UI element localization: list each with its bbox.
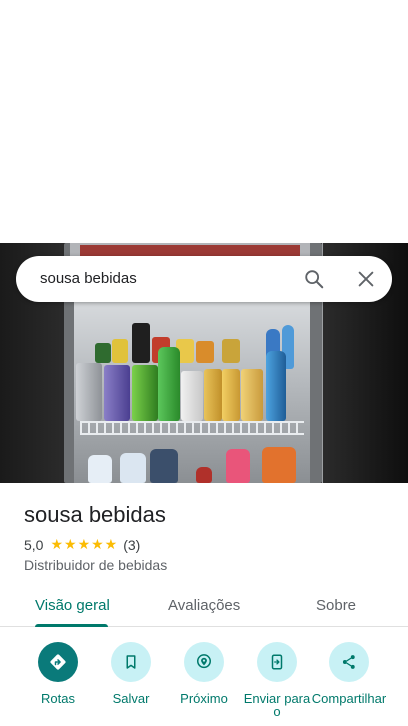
drink-can: [95, 343, 111, 363]
search-bar[interactable]: sousa bebidas: [16, 256, 392, 302]
blank-map-area: [0, 0, 408, 243]
drink-can: [104, 365, 130, 421]
send-to-phone-button[interactable]: Enviar para o: [239, 640, 315, 718]
drink-bottle: [150, 449, 178, 483]
nearby-button[interactable]: Próximo: [166, 640, 242, 705]
drink-can: [241, 369, 263, 421]
send-to-phone-icon: [257, 642, 297, 682]
share-button[interactable]: Compartilhar: [311, 640, 387, 705]
drink-bottle: [88, 455, 112, 483]
bookmark-icon: [111, 642, 151, 682]
tab-about[interactable]: Sobre: [316, 597, 356, 614]
search-icon[interactable]: [303, 268, 325, 290]
drink-bottle: [196, 467, 212, 483]
nearby-label: Próximo: [180, 691, 228, 706]
drink-can: [204, 369, 222, 421]
drink-can: [181, 371, 203, 421]
drink-can: [196, 341, 214, 363]
save-label: Salvar: [112, 691, 150, 706]
place-category: Distribuidor de bebidas: [24, 557, 168, 573]
rating-value: 5,0: [24, 536, 44, 553]
rating-row[interactable]: 5,0 ★★★★★ (3): [24, 536, 140, 553]
action-bar: Rotas Salvar Próximo Enviar para o Compa…: [0, 640, 408, 726]
star-rating-icon: ★★★★★: [50, 536, 119, 552]
place-tabs: Visão geral Avaliações Sobre: [0, 585, 408, 627]
drink-can: [132, 365, 158, 421]
nearby-icon: [184, 642, 224, 682]
review-count: (3): [123, 536, 141, 553]
directions-icon: [38, 642, 78, 682]
drink-bottle: [132, 323, 150, 363]
drink-bottle: [158, 347, 180, 421]
share-icon: [329, 642, 369, 682]
share-label: Compartilhar: [311, 691, 387, 706]
drink-can: [76, 363, 102, 421]
drink-bottle: [262, 447, 296, 483]
directions-label: Rotas: [41, 691, 75, 706]
drink-bottle: [226, 449, 250, 483]
close-icon[interactable]: [355, 268, 377, 290]
drink-bottle: [266, 351, 286, 421]
directions-button[interactable]: Rotas: [20, 640, 96, 705]
drink-can: [222, 369, 240, 421]
place-title: sousa bebidas: [24, 502, 166, 527]
save-button[interactable]: Salvar: [93, 640, 169, 705]
send-to-phone-label: Enviar para o: [243, 691, 311, 719]
drink-can: [222, 339, 240, 363]
drink-can: [112, 339, 128, 363]
search-input[interactable]: sousa bebidas: [40, 270, 137, 287]
tab-reviews[interactable]: Avaliações: [168, 597, 240, 614]
active-tab-indicator: [35, 624, 108, 627]
fridge-shelf-rack: [80, 421, 304, 435]
drink-bottle: [120, 453, 146, 483]
tab-overview[interactable]: Visão geral: [35, 597, 110, 614]
